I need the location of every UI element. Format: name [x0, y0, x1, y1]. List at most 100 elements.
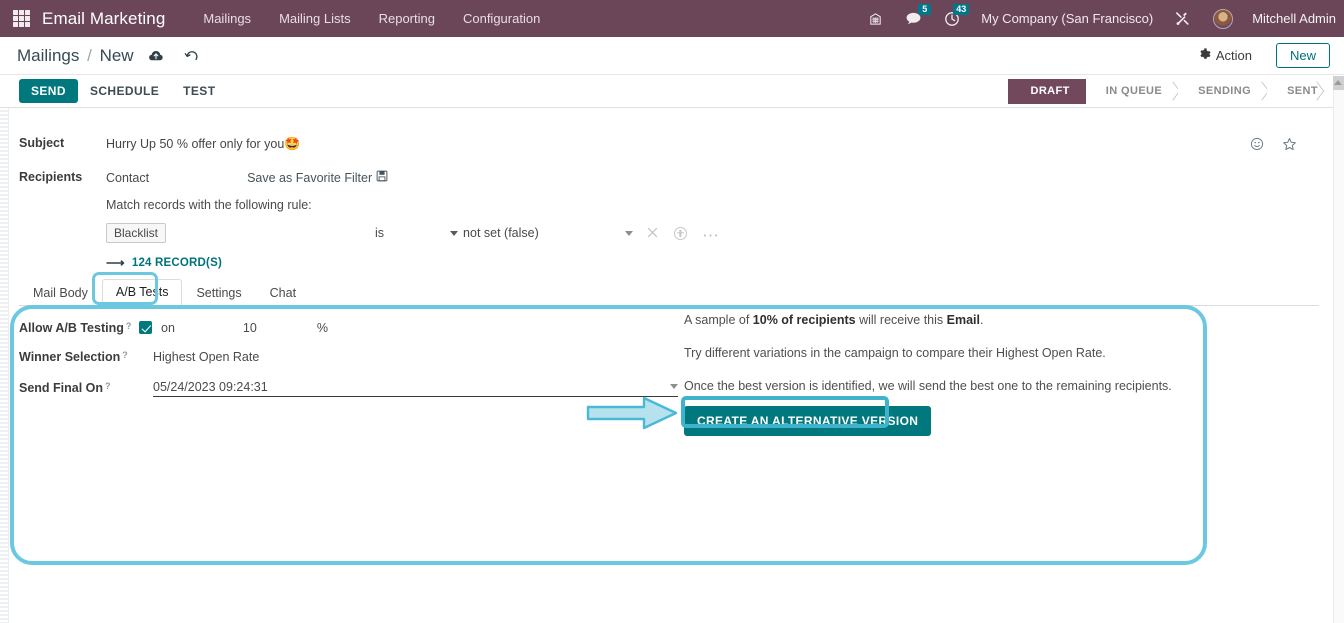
user-menu[interactable]: Mitchell Admin [1244, 11, 1336, 26]
help-marker-icon[interactable]: ? [122, 350, 128, 360]
company-switcher[interactable]: My Company (San Francisco) [971, 11, 1163, 26]
chevron-down-icon[interactable] [624, 230, 633, 236]
menu-item-configuration[interactable]: Configuration [449, 0, 554, 37]
gear-icon [1199, 48, 1211, 63]
allow-ab-testing-checkbox[interactable] [139, 321, 152, 334]
app-brand-title[interactable]: Email Marketing [42, 9, 165, 29]
recipients-block: Contact Save as Favorite Filter Match re… [106, 170, 726, 271]
messages-icon[interactable]: 5 [894, 0, 933, 37]
save-favorite-filter-button[interactable]: Save as Favorite Filter [247, 170, 388, 185]
stage-draft[interactable]: DRAFT [1008, 78, 1086, 104]
new-button[interactable]: New [1275, 43, 1330, 68]
breadcrumb-bar: Mailings / New Action New [0, 37, 1344, 75]
send-button[interactable]: SEND [19, 79, 78, 103]
send-final-on-row: Send Final On ? 05/24/2023 09:24:31 [19, 371, 679, 405]
menu-item-reporting[interactable]: Reporting [365, 0, 449, 37]
subject-label: Subject [19, 136, 65, 150]
top-navbar: Email Marketing Mailings Mailing Lists R… [0, 0, 1344, 37]
rule-operator[interactable]: is [375, 226, 384, 240]
breadcrumb-actions: Action New [1191, 43, 1344, 68]
allow-ab-testing-label: Allow A/B Testing ? [19, 321, 139, 335]
stage-sent[interactable]: SENT [1267, 78, 1322, 104]
ellipsis-icon[interactable] [703, 226, 718, 241]
ab-note-sample: A sample of 10% of recipients will recei… [684, 313, 1304, 327]
stage-in-queue[interactable]: IN QUEUE [1085, 78, 1179, 104]
activities-clock-icon[interactable]: 43 [933, 0, 971, 37]
filter-rule-row: Blacklist is not set (false) [106, 223, 726, 243]
recipients-model-value[interactable]: Contact [106, 171, 149, 185]
allow-ab-testing-label-text: Allow A/B Testing [19, 320, 124, 335]
winner-selection-select[interactable]: Highest Open Rate [153, 350, 259, 364]
undo-icon[interactable] [184, 49, 199, 63]
tab-ab-tests[interactable]: A/B Tests [101, 279, 183, 306]
activities-badge: 43 [953, 4, 970, 15]
sheet-left-rail [0, 108, 9, 623]
rule-field-blacklist[interactable]: Blacklist [106, 223, 167, 243]
subject-field-row: Subject Hurry Up 50 % offer only for you… [19, 136, 301, 152]
action-label: Action [1215, 48, 1252, 63]
form-sheet: Subject Hurry Up 50 % offer only for you… [0, 108, 1333, 623]
arrow-right-icon: ⟶ [106, 255, 125, 270]
send-final-on-label-text: Send Final On [19, 381, 104, 395]
ab-tests-info-column: A sample of 10% of recipients will recei… [684, 313, 1304, 436]
ab-tests-form-column: Allow A/B Testing ? on 10 % Winner Selec… [19, 313, 679, 405]
close-x-icon[interactable] [647, 226, 658, 241]
circle-plus-icon[interactable] [673, 226, 687, 240]
test-button[interactable]: TEST [171, 79, 227, 103]
status-pipeline: DRAFT IN QUEUE SENDING SENT [1008, 78, 1344, 104]
create-alternative-version-button[interactable]: CREATE AN ALTERNATIVE VERSION [684, 406, 932, 436]
email-marketing-app: Email Marketing Mailings Mailing Lists R… [0, 0, 1344, 623]
allow-ab-testing-row: Allow A/B Testing ? on 10 % [19, 313, 679, 342]
recipients-model-row: Contact Save as Favorite Filter [106, 170, 726, 185]
winner-selection-label-text: Winner Selection [19, 349, 121, 364]
send-final-on-datetime-input[interactable]: 05/24/2023 09:24:31 [153, 380, 678, 397]
records-count-link[interactable]: ⟶ 124 RECORD(S) [106, 255, 726, 271]
stage-sending[interactable]: SENDING [1178, 78, 1268, 104]
ab-note-variations: Try different variations in the campaign… [684, 346, 1106, 360]
vertical-scrollbar[interactable] [1333, 76, 1344, 623]
recipients-label: Recipients [19, 170, 83, 184]
menu-item-mailing-lists[interactable]: Mailing Lists [265, 0, 365, 37]
help-marker-icon[interactable]: ? [126, 321, 132, 331]
notebook-tabs: Mail Body A/B Tests Settings Chat [19, 278, 1319, 306]
apps-grid-icon[interactable] [13, 10, 30, 27]
main-menu: Mailings Mailing Lists Reporting Configu… [189, 0, 554, 37]
scroll-up-arrow-icon[interactable] [1334, 80, 1342, 85]
smiley-icon[interactable] [1250, 137, 1264, 155]
ab-percentage-input[interactable]: 10 [243, 321, 257, 335]
breadcrumb-root[interactable]: Mailings [17, 46, 79, 65]
menu-item-mailings[interactable]: Mailings [189, 0, 265, 37]
allow-ab-testing-state: on [161, 320, 175, 335]
enterprise-icon[interactable] [857, 0, 894, 37]
ab-note-sample-percent: 10% of recipients [752, 313, 856, 327]
help-marker-icon[interactable]: ? [105, 381, 111, 391]
recipients-field-row: Recipients Contact Save as Favorite Filt… [19, 170, 726, 271]
ab-note-sample-part2: will receive this [855, 313, 947, 327]
ab-note-sample-part1: A sample of [684, 313, 753, 327]
ab-note-sample-email: Email [946, 313, 980, 327]
records-count-label: 124 RECORD(S) [131, 257, 222, 269]
chevron-down-icon[interactable] [670, 384, 678, 389]
rule-value-select[interactable]: not set (false) [450, 226, 539, 240]
breadcrumb-current: New [99, 45, 134, 65]
subject-emoji: 🤩 [284, 136, 301, 151]
ab-note-sample-period: . [979, 313, 984, 327]
floppy-disk-icon [376, 170, 388, 185]
rule-value-label: not set (false) [463, 226, 539, 240]
winner-selection-row: Winner Selection ? Highest Open Rate [19, 342, 679, 371]
breadcrumb-separator: / [87, 45, 92, 65]
ab-percentage-unit: % [316, 320, 328, 335]
wrench-screwdriver-icon[interactable] [1163, 0, 1202, 37]
ab-tests-panel: Allow A/B Testing ? on 10 % Winner Selec… [19, 313, 1309, 553]
rule-action-icons [647, 226, 718, 241]
action-button[interactable]: Action [1191, 45, 1260, 66]
subject-input[interactable]: Hurry Up 50 % offer only for you [106, 137, 284, 151]
star-icon[interactable] [1282, 137, 1297, 155]
avatar[interactable] [1202, 0, 1244, 37]
tab-settings[interactable]: Settings [182, 280, 255, 306]
schedule-button[interactable]: SCHEDULE [78, 79, 171, 103]
cloud-upload-icon[interactable] [148, 49, 164, 62]
tab-chat[interactable]: Chat [256, 280, 310, 306]
tab-mail-body[interactable]: Mail Body [19, 280, 102, 306]
navbar-right-cluster: 5 43 My Company (San Francisco) Mitchell… [857, 0, 1344, 37]
